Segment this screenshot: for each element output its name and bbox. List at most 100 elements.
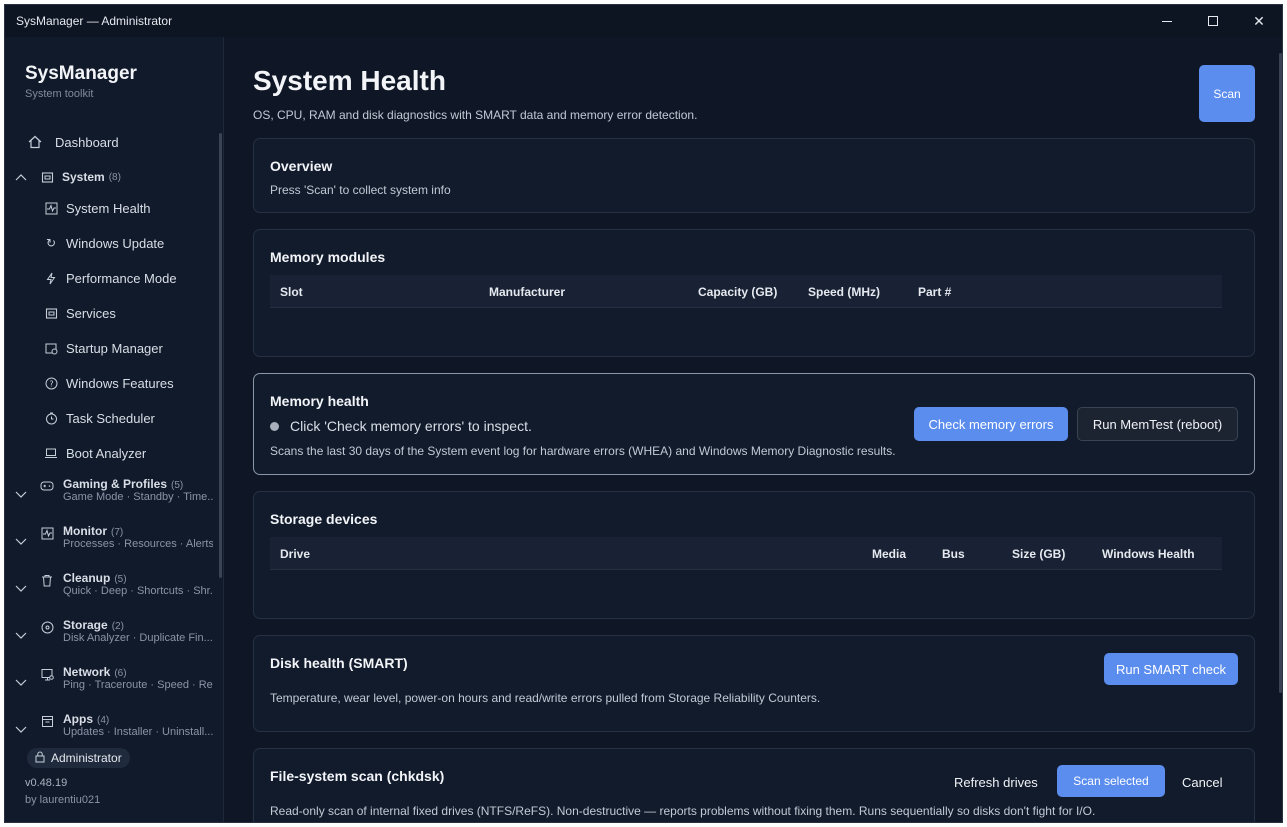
sidebar-group-subtitle: Game Mode · Standby · Time... bbox=[63, 491, 213, 503]
sidebar-item-task-scheduler[interactable]: Task Scheduler bbox=[5, 404, 219, 432]
sidebar-group-subtitle: Disk Analyzer · Duplicate Fin... bbox=[63, 632, 213, 644]
app-brand-subtitle: System toolkit bbox=[25, 88, 94, 100]
network-icon bbox=[39, 666, 55, 682]
sidebar-item-windows-update[interactable]: ↻ Windows Update bbox=[5, 229, 219, 257]
chevron-down-icon bbox=[15, 677, 27, 689]
column-header-drive[interactable]: Drive bbox=[280, 547, 310, 561]
sidebar-group-subtitle: Updates · Installer · Uninstall... bbox=[63, 726, 213, 738]
chevron-down-icon bbox=[15, 724, 27, 736]
scan-selected-button[interactable]: Scan selected bbox=[1057, 765, 1165, 797]
column-header-slot[interactable]: Slot bbox=[280, 285, 303, 299]
column-header-part[interactable]: Part # bbox=[918, 285, 951, 299]
sidebar-group-count: (7) bbox=[111, 527, 124, 538]
svg-text:?: ? bbox=[49, 379, 53, 388]
minimize-button[interactable] bbox=[1144, 5, 1190, 37]
apps-icon bbox=[39, 713, 55, 729]
window-title: SysManager — Administrator bbox=[16, 14, 173, 28]
app-version: v0.48.19 bbox=[25, 777, 68, 789]
main-scrollbar[interactable] bbox=[1279, 53, 1282, 693]
check-memory-errors-button[interactable]: Check memory errors bbox=[914, 407, 1068, 441]
sidebar-item-label: Dashboard bbox=[55, 134, 119, 150]
sidebar-item-windows-features[interactable]: ? Windows Features bbox=[5, 369, 219, 397]
admin-badge-label: Administrator bbox=[51, 751, 122, 765]
sidebar-group-network[interactable]: Network (6) Ping · Traceroute · Speed · R… bbox=[5, 664, 219, 704]
maximize-icon bbox=[1208, 16, 1218, 26]
column-header-windows-health[interactable]: Windows Health bbox=[1102, 547, 1195, 561]
column-header-bus[interactable]: Bus bbox=[942, 547, 965, 561]
sidebar-group-subtitle: Ping · Traceroute · Speed · Re... bbox=[63, 679, 213, 691]
system-icon bbox=[39, 169, 55, 185]
column-header-media[interactable]: Media bbox=[872, 547, 906, 561]
sidebar-group-title: Storage bbox=[63, 618, 108, 632]
gamepad-icon bbox=[39, 478, 55, 494]
sidebar-item-label: Startup Manager bbox=[66, 340, 163, 356]
services-icon bbox=[43, 305, 59, 321]
sidebar-item-performance-mode[interactable]: Performance Mode bbox=[5, 264, 219, 292]
cancel-button[interactable]: Cancel bbox=[1182, 775, 1222, 790]
laptop-icon bbox=[43, 445, 59, 461]
column-header-capacity[interactable]: Capacity (GB) bbox=[698, 285, 777, 299]
status-dot-icon bbox=[270, 422, 279, 431]
sidebar-group-subtitle: Quick · Deep · Shortcuts · Shr... bbox=[63, 585, 213, 597]
close-button[interactable]: ✕ bbox=[1236, 5, 1282, 37]
sidebar-item-dashboard[interactable]: Dashboard bbox=[5, 128, 219, 156]
chevron-down-icon bbox=[15, 630, 27, 642]
sidebar-group-title: System bbox=[62, 170, 105, 184]
sidebar-item-label: Windows Update bbox=[66, 235, 165, 251]
memory-modules-title: Memory modules bbox=[270, 249, 386, 265]
sidebar-group-title: Network bbox=[63, 665, 111, 679]
sidebar-group-cleanup[interactable]: Cleanup (5) Quick · Deep · Shortcuts · Sh… bbox=[5, 570, 219, 610]
column-header-speed[interactable]: Speed (MHz) bbox=[808, 285, 880, 299]
chevron-down-icon bbox=[15, 536, 27, 548]
sidebar-group-title: Apps bbox=[63, 712, 93, 726]
sidebar-scrollbar[interactable] bbox=[219, 133, 222, 578]
storage-devices-title: Storage devices bbox=[270, 511, 378, 527]
home-icon bbox=[27, 134, 43, 150]
sidebar-item-label: Task Scheduler bbox=[66, 410, 155, 426]
sidebar-item-label: Performance Mode bbox=[66, 270, 177, 286]
sidebar-group-title: Cleanup bbox=[63, 571, 111, 585]
sidebar-group-monitor[interactable]: Monitor (7) Processes · Resources · Alert… bbox=[5, 523, 219, 563]
minimize-icon bbox=[1162, 20, 1172, 22]
run-smart-check-button[interactable]: Run SMART check bbox=[1104, 653, 1238, 685]
overview-card: Overview Press 'Scan' to collect system … bbox=[253, 138, 1255, 213]
title-bar: SysManager — Administrator ✕ bbox=[5, 5, 1282, 37]
sidebar-group-count: (5) bbox=[171, 480, 184, 491]
refresh-drives-button[interactable]: Refresh drives bbox=[954, 775, 1038, 790]
lock-icon bbox=[35, 751, 45, 766]
sidebar-group-storage[interactable]: Storage (2) Disk Analyzer · Duplicate Fin… bbox=[5, 617, 219, 657]
disk-health-card: Disk health (SMART) Temperature, wear le… bbox=[253, 635, 1255, 732]
refresh-icon: ↻ bbox=[45, 236, 57, 250]
disk-icon bbox=[39, 619, 55, 635]
storage-devices-card: Storage devices Drive Media Bus Size (GB… bbox=[253, 491, 1255, 619]
column-header-manufacturer[interactable]: Manufacturer bbox=[489, 285, 565, 299]
sidebar-item-system-health[interactable]: System Health bbox=[5, 194, 219, 222]
sidebar-item-label: System Health bbox=[66, 200, 151, 216]
fs-scan-title: File-system scan (chkdsk) bbox=[270, 768, 445, 784]
pulse-icon bbox=[43, 200, 59, 216]
sidebar-item-services[interactable]: Services bbox=[5, 299, 219, 327]
disk-health-title: Disk health (SMART) bbox=[270, 655, 408, 671]
sidebar-group-gaming[interactable]: Gaming & Profiles (5) Game Mode · Standby… bbox=[5, 476, 219, 516]
sidebar-group-system[interactable]: System (8) bbox=[5, 164, 219, 190]
memory-modules-table-header: Slot Manufacturer Capacity (GB) Speed (M… bbox=[270, 275, 1222, 308]
startup-icon bbox=[43, 340, 59, 356]
scan-button[interactable]: Scan bbox=[1199, 65, 1255, 122]
memory-health-status: Click 'Check memory errors' to inspect. bbox=[290, 418, 532, 434]
main-content: System Health OS, CPU, RAM and disk diag… bbox=[225, 37, 1282, 822]
run-memtest-button[interactable]: Run MemTest (reboot) bbox=[1077, 407, 1238, 441]
sidebar-item-label: Services bbox=[66, 305, 116, 321]
sidebar-item-label: Boot Analyzer bbox=[66, 445, 147, 461]
page-description: OS, CPU, RAM and disk diagnostics with S… bbox=[253, 108, 698, 122]
column-header-size[interactable]: Size (GB) bbox=[1012, 547, 1065, 561]
fs-scan-card: File-system scan (chkdsk) Read-only scan… bbox=[253, 748, 1255, 822]
chevron-up-icon bbox=[15, 171, 27, 183]
memory-health-title: Memory health bbox=[270, 393, 369, 409]
maximize-button[interactable] bbox=[1190, 5, 1236, 37]
app-brand: SysManager bbox=[25, 63, 137, 84]
sidebar-group-count: (2) bbox=[111, 621, 124, 632]
sidebar-item-startup-manager[interactable]: Startup Manager bbox=[5, 334, 219, 362]
lightning-icon bbox=[43, 270, 59, 286]
sidebar-item-boot-analyzer[interactable]: Boot Analyzer bbox=[5, 439, 219, 467]
sidebar-group-apps[interactable]: Apps (4) Updates · Installer · Uninstall.… bbox=[5, 711, 219, 739]
